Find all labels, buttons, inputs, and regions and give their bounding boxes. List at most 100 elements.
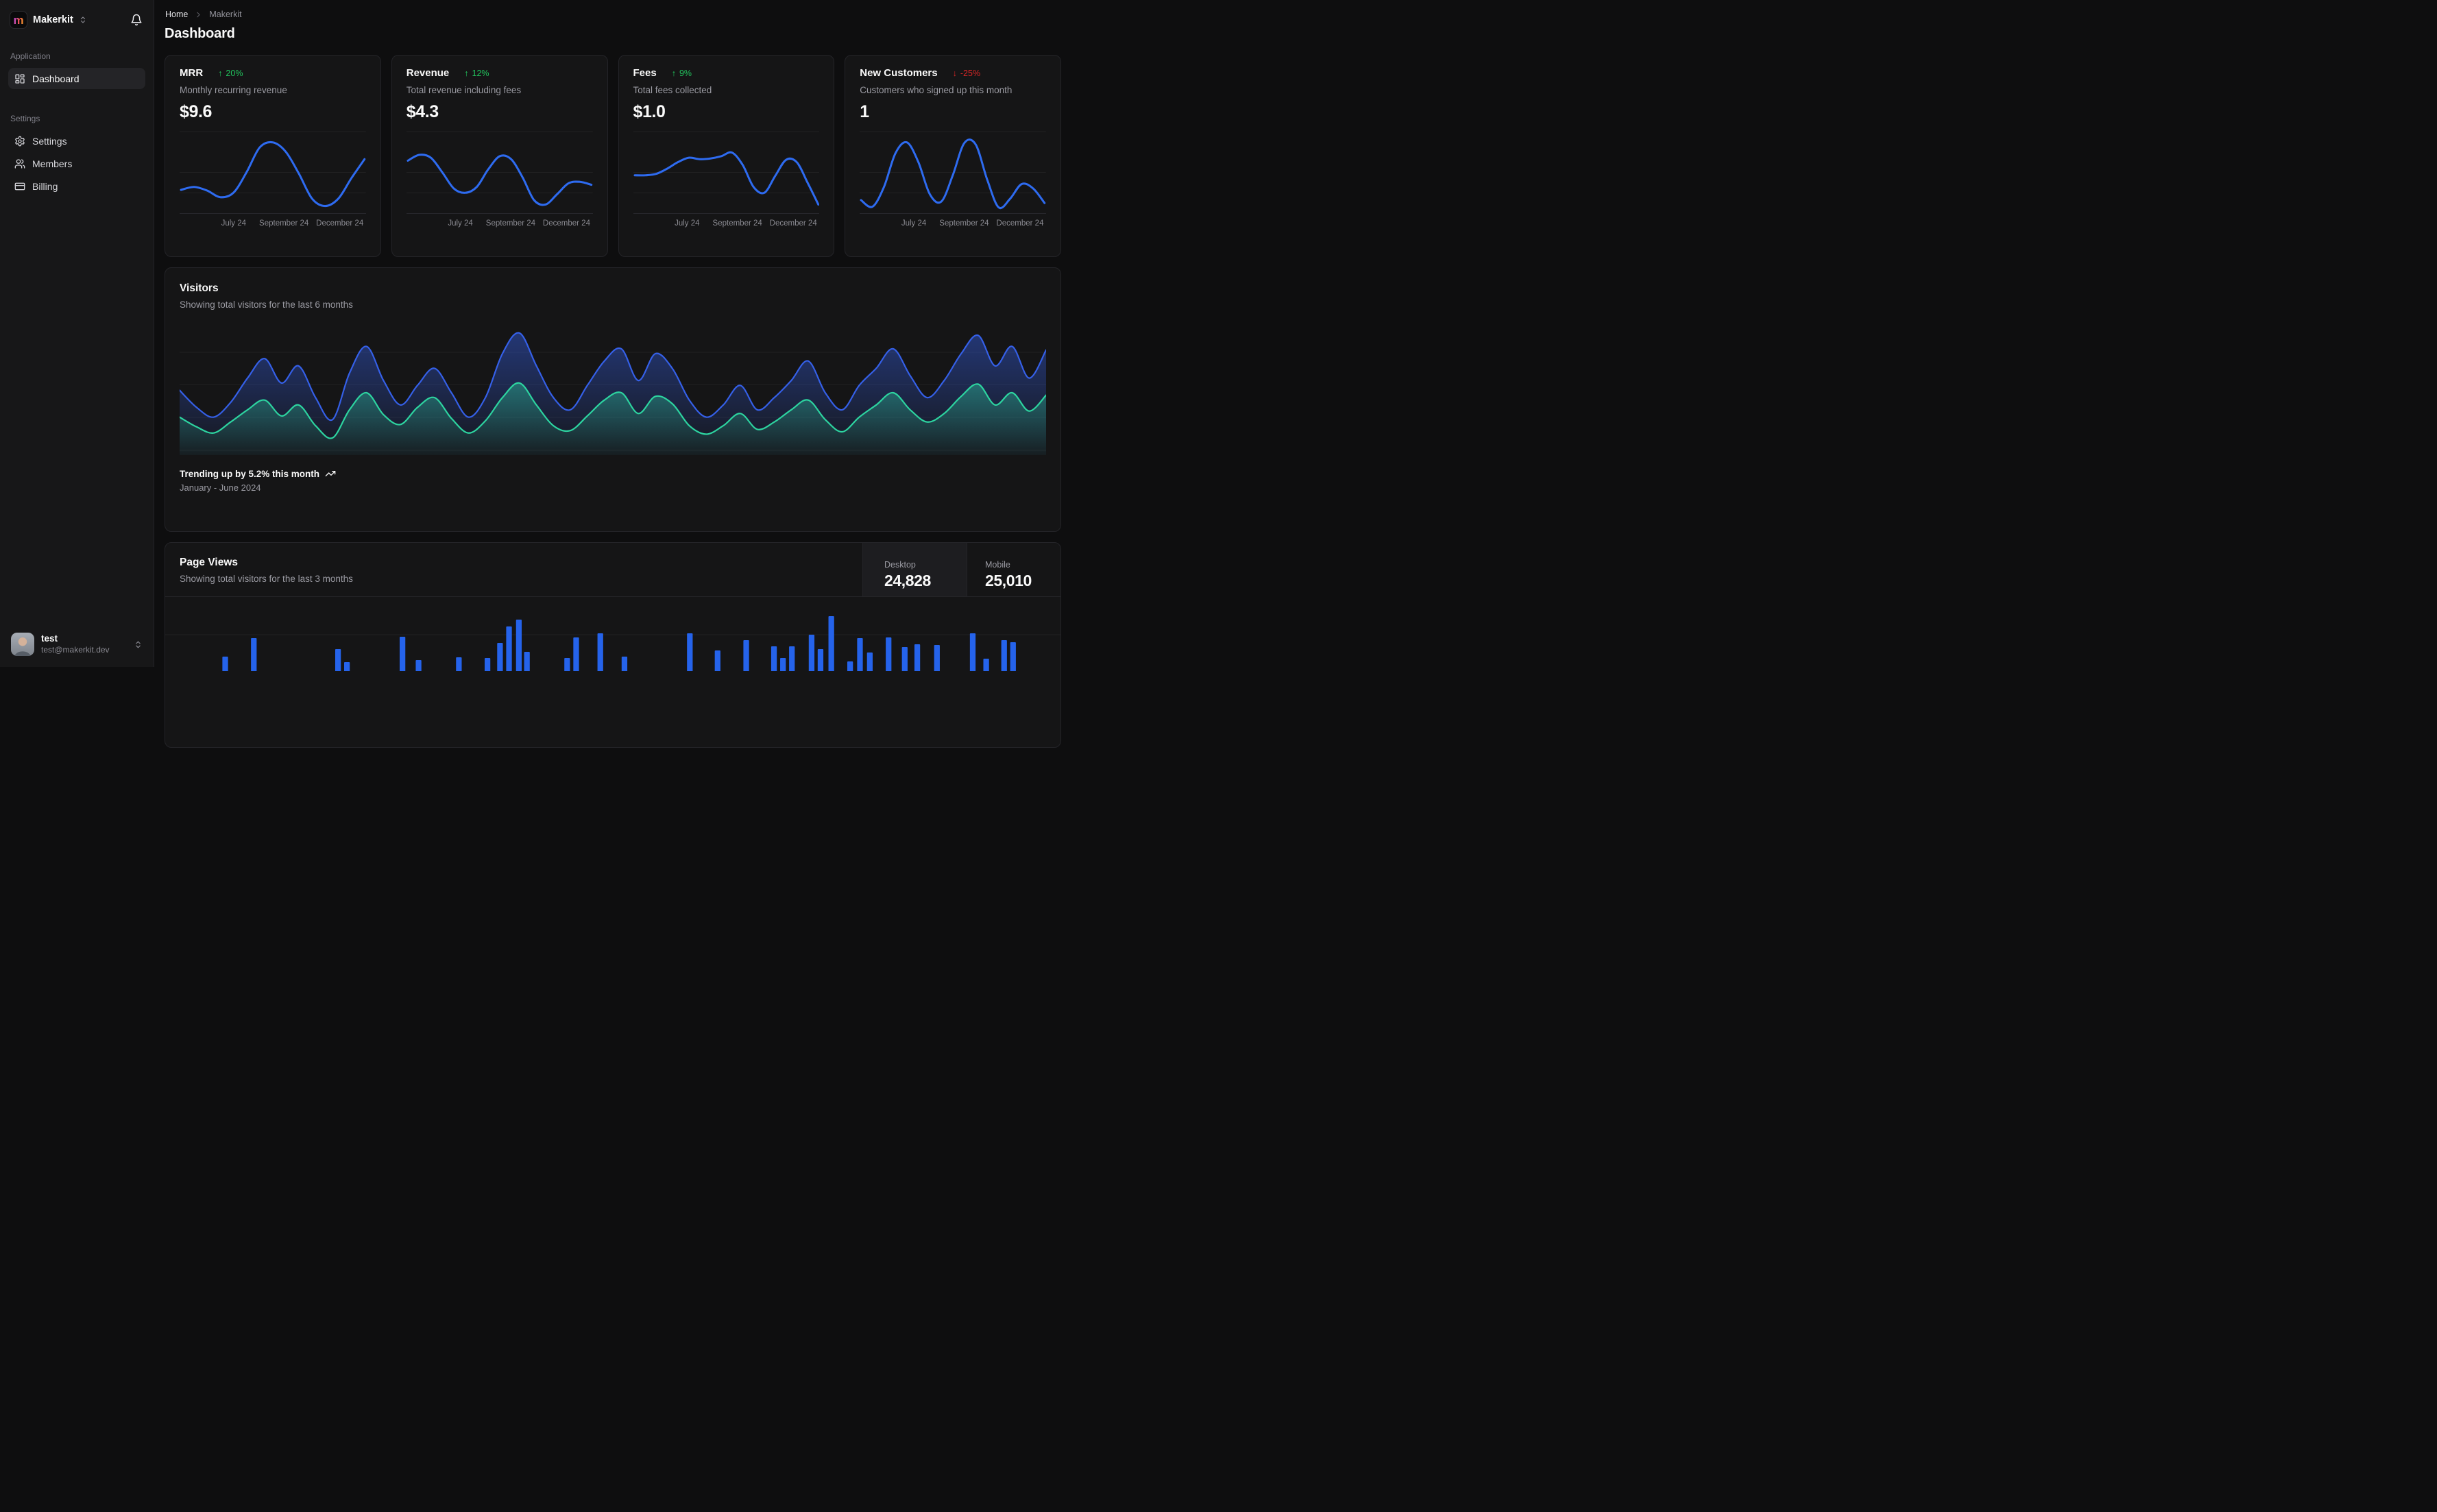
user-email: test@makerkit.dev [41,644,110,655]
customers-sparkline-chart [860,131,1046,210]
sidebar: m Makerkit Application Dashboard Setting… [0,0,154,667]
toggle-mobile[interactable]: Mobile 25,010 [967,543,1060,596]
trend-badge: ↑ 20% [218,69,243,78]
sidebar-item-dashboard[interactable]: Dashboard [8,68,145,89]
breadcrumb-home-link[interactable]: Home [165,10,188,19]
x-tick: September 24 [712,219,762,228]
breadcrumb-current: Makerkit [209,10,242,19]
x-tick: September 24 [485,219,536,228]
stat-title: New Customers [860,67,938,79]
x-axis: July 24 September 24 December 24 [633,213,820,231]
user-name: test [41,633,58,644]
trend-up-icon: ↑ [218,68,223,78]
stat-value: $4.3 [406,102,439,121]
stat-subtitle: Monthly recurring revenue [180,85,287,95]
chevrons-up-down-icon [79,16,87,24]
toggle-value: 24,828 [884,571,931,589]
users-icon [14,158,25,169]
x-tick: July 24 [221,219,247,228]
stat-card-mrr: MRR ↑ 20% Monthly recurring revenue $9.6 … [165,55,381,257]
avatar [11,633,34,656]
sparkline-container: July 24 September 24 December 24 [860,130,1046,231]
stat-cards-row: MRR ↑ 20% Monthly recurring revenue $9.6 … [165,55,1061,257]
notifications-button[interactable] [129,11,144,29]
sidebar-nav: Application Dashboard Settings Settings … [0,51,154,198]
sidebar-item-label: Billing [32,180,58,192]
x-tick: July 24 [675,219,700,228]
x-axis: July 24 September 24 December 24 [180,213,366,231]
sidebar-header: m Makerkit [0,0,154,31]
x-axis: July 24 September 24 December 24 [406,213,593,231]
logo-letter: m [13,13,24,27]
gear-icon [14,136,25,147]
workspace-name: Makerkit [33,14,73,25]
trend-up-icon: ↑ [464,68,469,78]
sidebar-item-label: Members [32,158,73,169]
x-tick: December 24 [542,219,590,228]
trend-badge: ↓ -25% [953,69,980,78]
trending-up-icon [325,468,336,479]
sparkline-container: July 24 September 24 December 24 [180,130,366,231]
workspace-selector[interactable]: m Makerkit [8,9,88,31]
makerkit-logo: m [10,11,27,29]
x-tick: December 24 [996,219,1044,228]
nav-section-application: Application [10,51,51,61]
visitors-period: January - June 2024 [180,483,261,493]
user-menu[interactable]: test test@makerkit.dev [7,629,147,660]
trend-down-icon: ↓ [952,68,957,78]
sidebar-item-members[interactable]: Members [8,153,145,174]
visitors-title: Visitors [180,282,219,294]
trend-delta: -25% [960,68,981,78]
trend-delta: 9% [679,68,692,78]
revenue-sparkline-chart [406,131,593,206]
stat-title: MRR [180,67,204,79]
mrr-sparkline-chart [180,131,366,208]
chevron-right-icon [194,10,203,19]
fees-sparkline-chart [633,131,820,206]
stat-title: Fees [633,67,657,79]
stat-card-revenue: Revenue ↑ 12% Total revenue including fee… [391,55,608,257]
x-tick: July 24 [448,219,473,228]
page-views-header: Page Views Showing total visitors for th… [165,543,1060,597]
toggle-label: Desktop [884,559,916,570]
trend-badge: ↑ 12% [464,69,489,78]
stat-value: $9.6 [180,102,213,121]
toggle-desktop[interactable]: Desktop 24,828 [862,543,967,596]
sidebar-footer: test test@makerkit.dev [0,622,154,667]
visitors-trend-text: Trending up by 5.2% this month [180,468,320,479]
stat-card-fees: Fees ↑ 9% Total fees collected $1.0 July … [618,55,835,257]
credit-card-icon [14,181,25,192]
sidebar-item-billing[interactable]: Billing [8,175,145,197]
trend-delta: 12% [472,68,489,78]
x-tick: December 24 [769,219,817,228]
sidebar-item-label: Dashboard [32,73,80,84]
trend-up-icon: ↑ [671,68,676,78]
page-title: Dashboard [165,26,235,41]
sparkline-container: July 24 September 24 December 24 [633,130,820,231]
trend-badge: ↑ 9% [672,69,692,78]
app-root: m Makerkit Application Dashboard Setting… [0,0,1067,748]
stat-value: $1.0 [633,102,666,121]
chevrons-up-down-icon [134,640,143,649]
x-tick: September 24 [939,219,989,228]
layout-dashboard-icon [14,73,25,84]
sidebar-item-label: Settings [32,135,67,147]
bell-icon [131,14,142,26]
toggle-label: Mobile [985,559,1010,570]
sidebar-item-settings[interactable]: Settings [8,130,145,151]
page-views-card: Page Views Showing total visitors for th… [165,542,1061,748]
nav-section-settings: Settings [10,114,40,123]
page-views-subtitle: Showing total visitors for the last 3 mo… [180,574,353,584]
x-axis: July 24 September 24 December 24 [860,213,1046,231]
stat-value: 1 [860,102,869,121]
breadcrumb: Home Makerkit [165,10,1061,19]
stat-card-new-customers: New Customers ↓ -25% Customers who signed… [845,55,1061,257]
x-tick: July 24 [901,219,927,228]
x-tick: December 24 [316,219,364,228]
user-info: test test@makerkit.dev [41,633,110,655]
trend-delta: 20% [226,68,243,78]
main-content: Home Makerkit Dashboard MRR ↑ 20% Monthly… [154,0,1067,748]
visitors-footer: Trending up by 5.2% this month [180,468,1046,479]
visitors-area-chart [180,332,1046,455]
visitors-subtitle: Showing total visitors for the last 6 mo… [180,300,353,310]
